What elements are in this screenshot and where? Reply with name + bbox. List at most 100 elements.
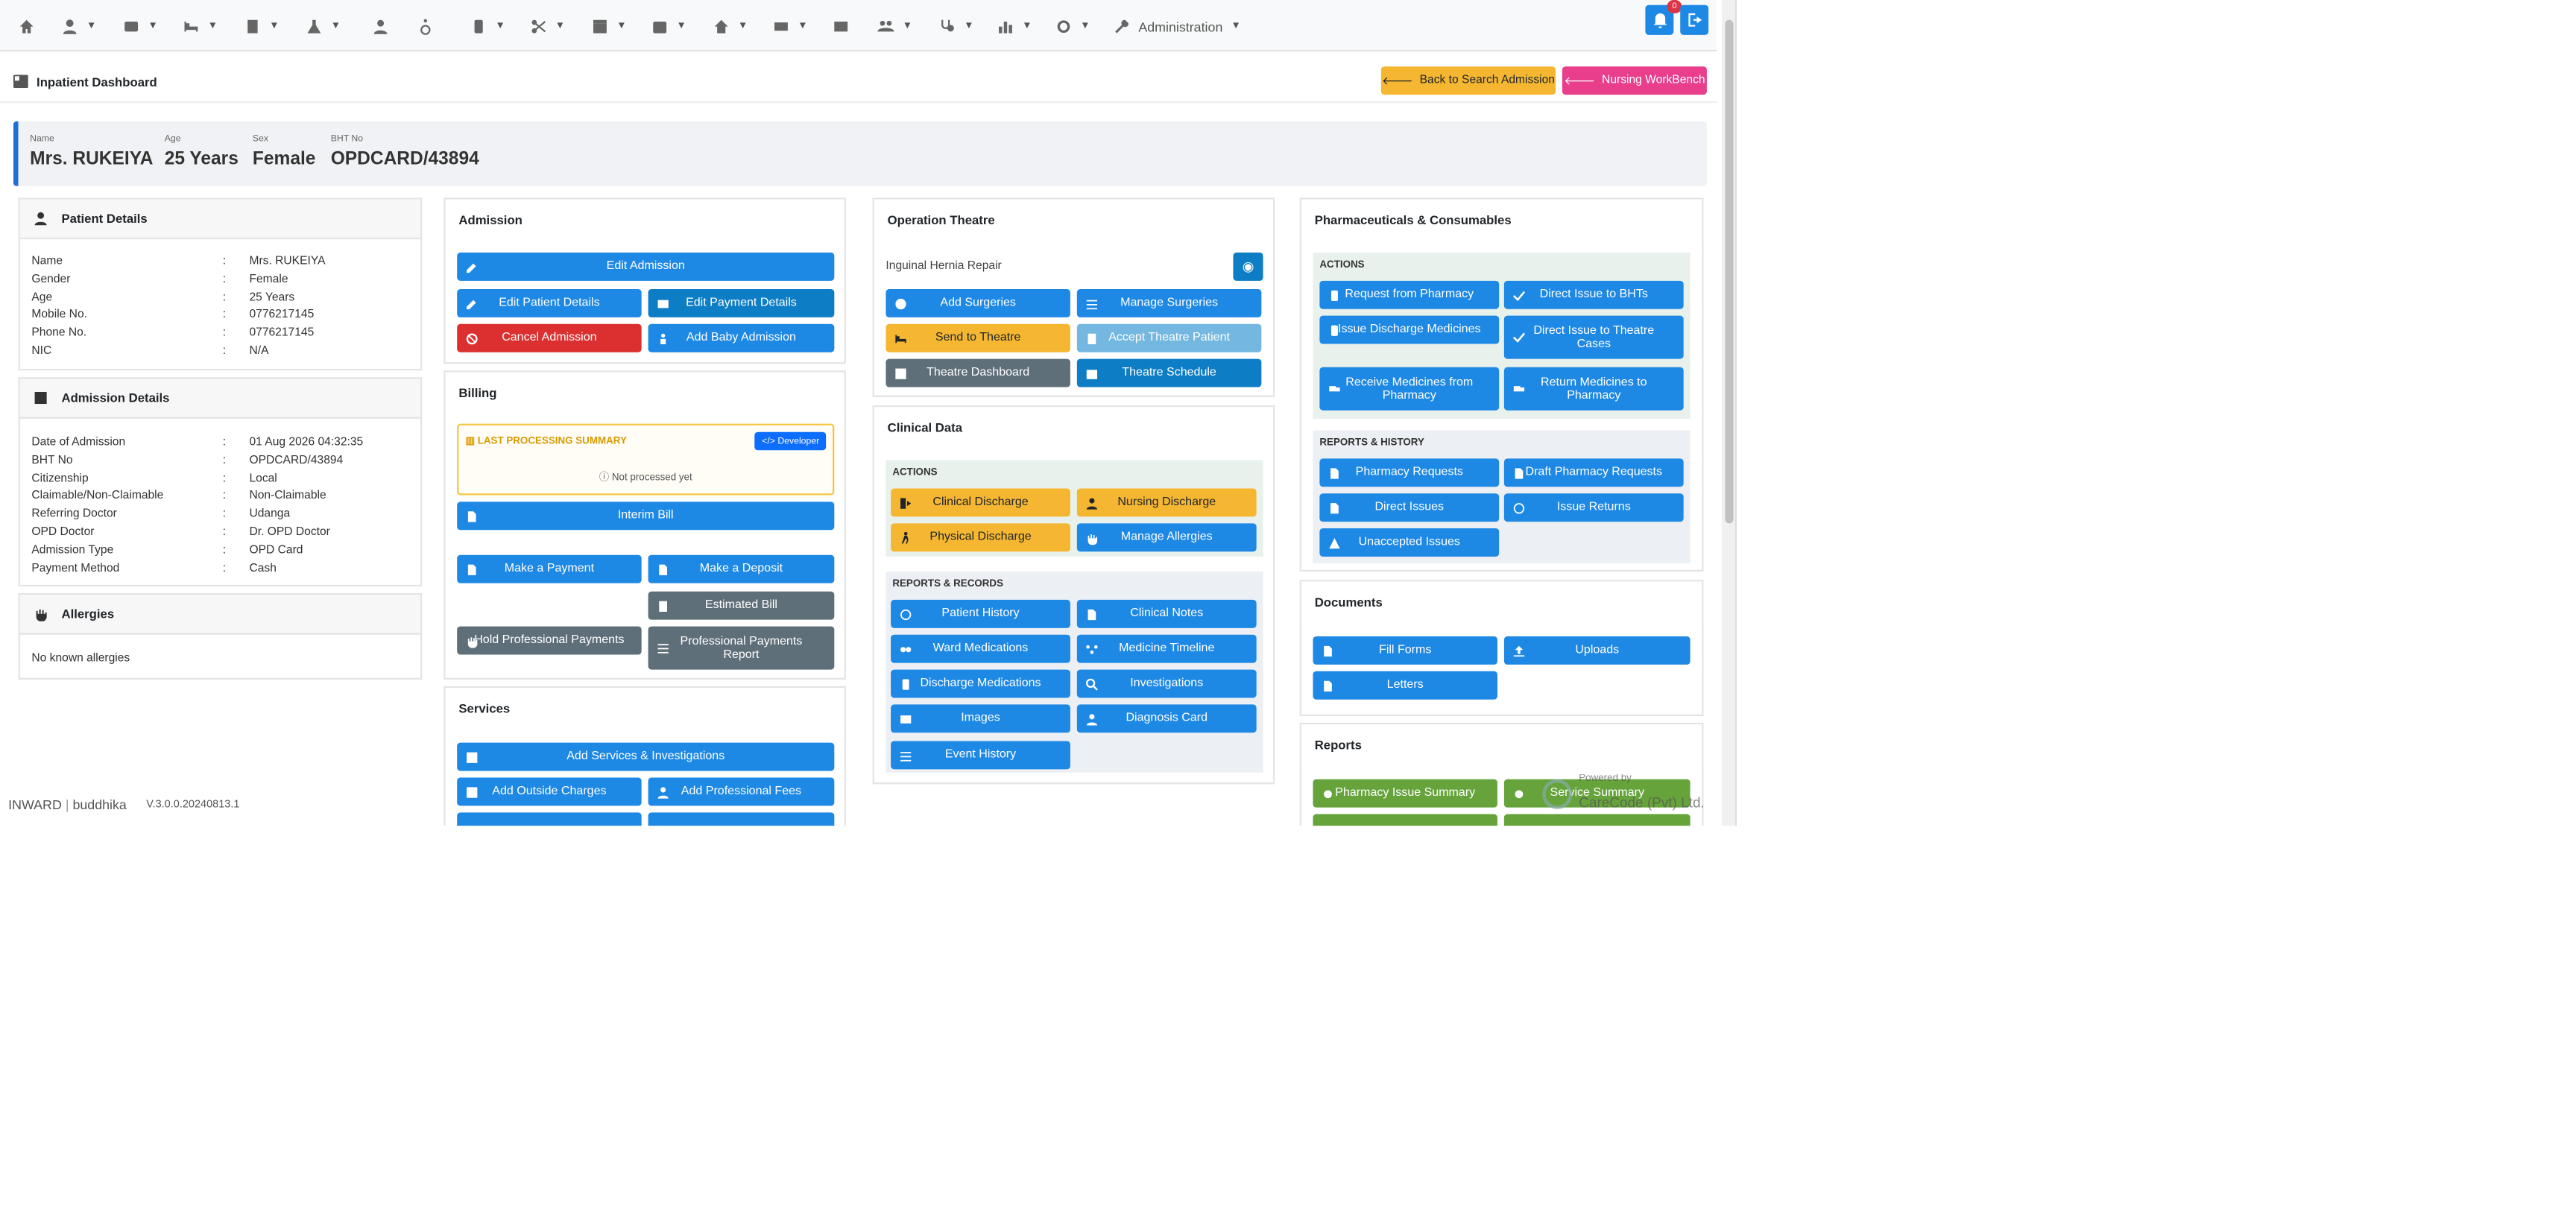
view-procedure-button[interactable]: ◉ (1233, 252, 1263, 281)
issue-returns-button[interactable]: Issue Returns (1503, 493, 1684, 522)
patient-history-button[interactable]: Patient History (891, 599, 1070, 628)
hold-professional-payments-button[interactable]: Hold Professional Payments (457, 626, 642, 655)
reports-row-button-partial[interactable] (1313, 814, 1497, 826)
logout-button[interactable] (1680, 4, 1709, 35)
images-button[interactable]: Images (891, 704, 1070, 733)
powered-by: Powered by CareCode (Pvt) Ltd. (1542, 774, 1708, 814)
patient-menu[interactable]: ▼ (61, 13, 96, 40)
reports-menu[interactable]: ▼ (997, 13, 1032, 40)
estimated-bill-button[interactable]: Estimated Bill (648, 591, 835, 620)
investigations-button[interactable]: Investigations (1076, 669, 1257, 698)
ward-medications-button[interactable]: Ward Medications (891, 634, 1070, 663)
list-icon (1086, 299, 1098, 309)
clinical-notes-button[interactable]: Clinical Notes (1076, 599, 1257, 628)
make-payment-button[interactable]: Make a Payment (457, 554, 642, 583)
request-from-pharmacy-button[interactable]: Request from Pharmacy (1319, 280, 1500, 309)
detail-value: N/A (249, 345, 269, 358)
payments-menu[interactable]: ▼ (773, 13, 808, 40)
administration-label: Administration (1138, 19, 1223, 34)
settings-menu[interactable]: ▼ (1055, 13, 1090, 40)
pharmacy-requests-button[interactable]: Pharmacy Requests (1319, 458, 1500, 487)
hand-icon (467, 636, 478, 648)
direct-issues-button[interactable]: Direct Issues (1319, 493, 1500, 522)
services-title: Services (458, 700, 511, 715)
back-to-search-button[interactable]: 🡐 Back to Search Admission (1380, 66, 1556, 95)
cancel-admission-button[interactable]: Cancel Admission (457, 323, 642, 352)
clinical-discharge-button[interactable]: Clinical Discharge (891, 488, 1070, 517)
pills-icon (900, 646, 912, 652)
services-row-button-partial[interactable] (457, 812, 642, 826)
not-processed-text: ⓘ Not processed yet (599, 473, 692, 484)
detail-value: 0776217145 (249, 309, 315, 322)
calculator-icon (659, 600, 668, 611)
uploads-button[interactable]: Uploads (1503, 636, 1690, 665)
doctor-menu[interactable] (372, 13, 388, 40)
add-services-button[interactable]: Add Services & Investigations (457, 742, 835, 771)
bed-menu[interactable]: ▼ (183, 13, 218, 40)
sign-out-icon (900, 497, 912, 508)
discharge-medications-button[interactable]: Discharge Medications (891, 669, 1070, 698)
page-scrollbar[interactable] (1721, 0, 1735, 826)
diagnosis-card-button[interactable]: Diagnosis Card (1076, 704, 1257, 733)
make-deposit-button[interactable]: Make a Deposit (648, 554, 835, 583)
pharmacy-menu[interactable]: ▼ (470, 13, 505, 40)
pharmacy-issue-summary-button[interactable]: Pharmacy Issue Summary (1313, 779, 1497, 808)
theatre-schedule-button[interactable]: Theatre Schedule (1076, 358, 1262, 387)
medicine-timeline-button[interactable]: Medicine Timeline (1076, 634, 1257, 663)
user-icon (63, 19, 77, 34)
maintenance-menu[interactable]: ▼ (713, 13, 748, 40)
direct-issue-theatre-button[interactable]: Direct Issue to Theatre Cases (1503, 315, 1684, 359)
envelope-icon (834, 21, 848, 32)
return-medicines-button[interactable]: Return Medicines to Pharmacy (1503, 367, 1684, 411)
event-history-button[interactable]: Event History (891, 741, 1070, 770)
administration-menu[interactable]: Administration ▼ (1114, 13, 1241, 40)
theatre-menu[interactable]: ▼ (530, 13, 565, 40)
physical-discharge-button[interactable]: Physical Discharge (891, 523, 1070, 552)
add-outside-charges-button[interactable]: Add Outside Charges (457, 777, 642, 806)
scrollbar-thumb[interactable] (1725, 19, 1734, 524)
stethoscope-icon (1515, 789, 1524, 798)
unaccepted-issues-button[interactable]: Unaccepted Issues (1319, 528, 1500, 557)
messages-menu[interactable] (833, 13, 849, 40)
clinic-menu[interactable] (419, 13, 435, 40)
file-icon (467, 510, 476, 522)
nursing-discharge-button[interactable]: Nursing Discharge (1076, 488, 1257, 517)
edit-icon (467, 262, 476, 273)
professional-payments-report-button[interactable]: Professional Payments Report (648, 626, 835, 670)
edit-payment-details-button[interactable]: Edit Payment Details (648, 288, 835, 317)
edit-admission-button[interactable]: Edit Admission (457, 252, 835, 281)
stethoscope-icon (941, 19, 954, 32)
issue-discharge-medicines-button[interactable]: Issue Discharge Medicines (1319, 315, 1500, 344)
nursing-workbench-button[interactable]: 🡐 Nursing WorkBench (1562, 66, 1707, 95)
developer-button[interactable]: </> Developer (755, 431, 827, 451)
send-to-theatre-button[interactable]: Send to Theatre (886, 323, 1070, 352)
eye-icon: ◉ (1242, 259, 1254, 274)
edit-patient-details-button[interactable]: Edit Patient Details (457, 288, 642, 317)
add-surgeries-button[interactable]: Add Surgeries (886, 288, 1070, 317)
user-icon (34, 212, 47, 226)
fill-forms-button[interactable]: Fill Forms (1313, 636, 1497, 665)
appointment-menu[interactable]: ▼ (651, 13, 686, 40)
receive-medicines-button[interactable]: Receive Medicines from Pharmacy (1319, 367, 1500, 411)
manage-surgeries-button[interactable]: Manage Surgeries (1076, 288, 1262, 317)
draft-pharmacy-requests-button[interactable]: Draft Pharmacy Requests (1503, 458, 1684, 487)
direct-issue-bhts-button[interactable]: Direct Issue to BHTs (1503, 280, 1684, 309)
detail-key: OPD Doctor (31, 526, 95, 539)
letters-button[interactable]: Letters (1313, 671, 1497, 700)
clinical-menu[interactable]: ▼ (939, 13, 973, 40)
prescription-bottle-icon (1330, 289, 1338, 300)
add-baby-admission-button[interactable]: Add Baby Admission (648, 323, 835, 352)
add-professional-fees-button[interactable]: Add Professional Fees (648, 777, 835, 806)
staff-menu[interactable]: ▼ (877, 13, 912, 40)
card-menu[interactable]: ▼ (123, 13, 158, 40)
reports-row-button-partial-2[interactable] (1503, 814, 1690, 826)
theatre-dashboard-button[interactable]: Theatre Dashboard (886, 358, 1070, 387)
hospital-menu[interactable]: ▼ (244, 13, 279, 40)
accept-theatre-patient-button[interactable]: Accept Theatre Patient (1076, 323, 1262, 352)
interim-bill-button[interactable]: Interim Bill (457, 501, 835, 531)
lab-menu[interactable]: ▼ (306, 13, 341, 40)
services-row-button-partial-2[interactable] (648, 812, 835, 826)
store-menu[interactable]: ▼ (592, 13, 626, 40)
manage-allergies-button[interactable]: Manage Allergies (1076, 523, 1257, 552)
home-icon[interactable] (19, 13, 35, 40)
